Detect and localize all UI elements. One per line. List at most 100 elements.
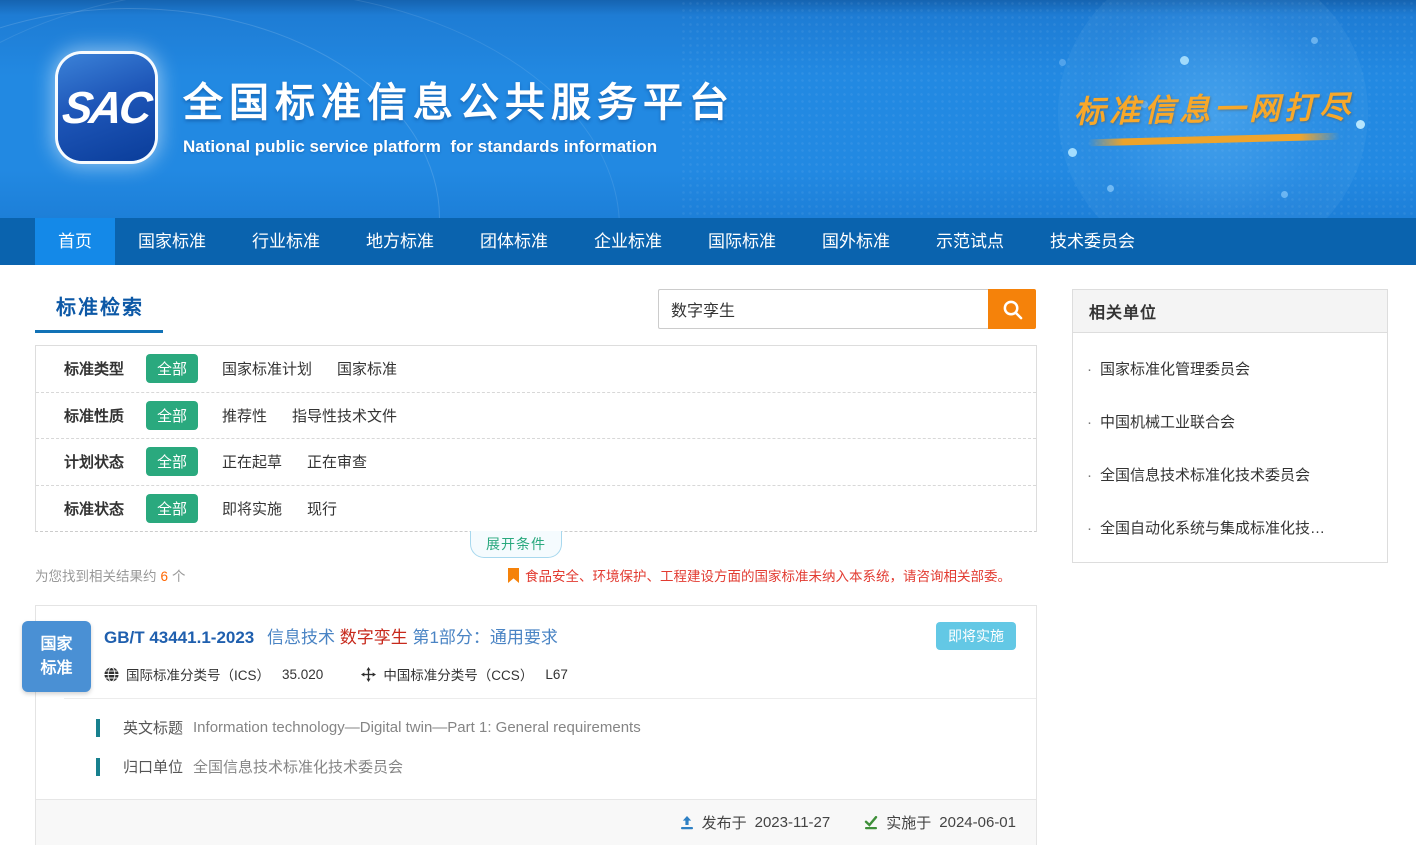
filter-label-3: 标准状态: [64, 498, 126, 519]
filter-panel: 标准类型全部国家标准计划国家标准标准性质全部推荐性指导性技术文件计划状态全部正在…: [35, 345, 1037, 532]
filter-row-0: 标准类型全部 国家标准计划 国家标准: [36, 346, 1036, 393]
section-tab: 标准检索: [35, 289, 165, 333]
search-button[interactable]: [988, 289, 1036, 329]
results-count-prefix: 为您找到相关结果约: [35, 569, 157, 584]
filter-label-1: 标准性质: [64, 405, 126, 426]
filter-option-0-1[interactable]: 国家标准: [337, 358, 397, 379]
slogan: 标准信息一网打尽: [1074, 84, 1354, 143]
related-unit-item-3[interactable]: 全国自动化系统与集成标准化技…: [1073, 505, 1387, 550]
implemented-label: 实施于: [886, 812, 931, 833]
results-count-suffix: 个: [172, 569, 186, 584]
upload-icon: [680, 816, 694, 830]
sac-logo-text: SAC: [60, 82, 153, 134]
implemented-date: 实施于 2024-06-01: [864, 812, 1016, 833]
info-row-0: 英文标题 Information technology—Digital twin—…: [96, 717, 1016, 738]
filter-option-3-1[interactable]: 现行: [307, 498, 337, 519]
filter-row-1: 标准性质全部 推荐性 指导性技术文件: [36, 393, 1036, 440]
info-row-bar-1: [96, 758, 100, 776]
sparkle-dots-decoration: [1050, 0, 1055, 5]
site-title: 全国标准信息公共服务平台: [183, 70, 735, 128]
check-icon: [864, 816, 878, 830]
slogan-text: 标准信息一网打尽: [1074, 82, 1355, 132]
filter-option-2-1[interactable]: 正在审查: [307, 451, 367, 472]
card-meta: 国际标准分类号（ICS） 35.020 中国标准分类号（CCS） L67: [104, 664, 916, 684]
info-row-1: 归口单位全国信息技术标准化技术委员会: [96, 756, 1016, 777]
nav-item-9[interactable]: 技术委员会: [1027, 218, 1158, 265]
filter-label-0: 标准类型: [64, 358, 126, 379]
globe-icon: [104, 667, 119, 682]
search-section: 标准检索: [35, 289, 1037, 345]
nav-item-5[interactable]: 企业标准: [571, 218, 685, 265]
title-part2: 第1部分：通用要求: [412, 628, 557, 647]
site-subtitle: National public service platform for sta…: [183, 137, 735, 157]
nav-item-2[interactable]: 行业标准: [229, 218, 343, 265]
card-top: GB/T 43441.1-2023 信息技术 数字孪生 第1部分：通用要求 国际…: [36, 606, 1036, 684]
info-row-label-0: 英文标题: [123, 717, 183, 738]
page: SAC 全国标准信息公共服务平台 National public service…: [0, 0, 1416, 845]
filter-option-2-0[interactable]: 正在起草: [222, 451, 282, 472]
ccs-label: 中国标准分类号（CCS）: [383, 664, 533, 684]
related-units-list: 国家标准化管理委员会中国机械工业联合会全国信息技术标准化技术委员会全国自动化系统…: [1073, 333, 1387, 562]
filter-label-2: 计划状态: [64, 451, 126, 472]
site-title-block: 全国标准信息公共服务平台 National public service pla…: [183, 70, 735, 157]
standard-code: GB/T 43441.1-2023: [104, 628, 254, 647]
badge-line1: 国家: [22, 633, 91, 657]
implemented-value: 2024-06-01: [939, 814, 1016, 831]
related-unit-item-1[interactable]: 中国机械工业联合会: [1073, 399, 1387, 444]
filter-option-3-0[interactable]: 即将实施: [222, 498, 282, 519]
main-column: 标准检索 标准类型全部国家标准计划国家标准标准性质全部推荐性指导性: [35, 289, 1037, 845]
related-units-title: 相关单位: [1073, 290, 1387, 333]
results-count: 为您找到相关结果约 6个: [35, 565, 186, 585]
related-unit-item-0[interactable]: 国家标准化管理委员会: [1073, 346, 1387, 391]
filter-option-1-1[interactable]: 指导性技术文件: [292, 405, 397, 426]
published-date: 发布于 2023-11-27: [680, 812, 831, 833]
nav-item-4[interactable]: 团体标准: [457, 218, 571, 265]
expand-conditions-button[interactable]: 展开条件: [470, 531, 562, 558]
result-title-link[interactable]: GB/T 43441.1-2023 信息技术 数字孪生 第1部分：通用要求: [104, 623, 916, 648]
nav-item-1[interactable]: 国家标准: [115, 218, 229, 265]
filter-row-3: 标准状态全部 即将实施 现行: [36, 486, 1036, 532]
sac-logo: SAC: [58, 54, 155, 161]
info-row-value-1: 全国信息技术标准化技术委员会: [193, 756, 403, 777]
published-label: 发布于: [702, 812, 747, 833]
title-part1: 信息技术: [267, 628, 335, 647]
section-title: 标准检索: [35, 289, 165, 320]
compass-icon: [361, 667, 376, 682]
results-line: 为您找到相关结果约 6个 食品安全、环境保护、工程建设方面的国家标准未纳入本系统，…: [35, 565, 1037, 585]
search-input[interactable]: [658, 289, 988, 329]
nav-item-0[interactable]: 首页: [35, 218, 115, 265]
main-nav: 首页国家标准行业标准地方标准团体标准企业标准国际标准国外标准示范试点技术委员会: [0, 218, 1416, 265]
info-row-label-1: 归口单位: [123, 756, 183, 777]
filter-selected-3[interactable]: 全部: [146, 494, 198, 523]
ics-value: 35.020: [282, 667, 323, 682]
ccs-value: L67: [545, 667, 568, 682]
badge-line2: 标准: [22, 657, 91, 681]
related-unit-item-2[interactable]: 全国信息技术标准化技术委员会: [1073, 452, 1387, 497]
card-divider: [64, 698, 1036, 699]
published-value: 2023-11-27: [755, 814, 831, 831]
content-area: 标准检索 标准类型全部国家标准计划国家标准标准性质全部推荐性指导性: [0, 265, 1416, 845]
filter-option-1-0[interactable]: 推荐性: [222, 405, 267, 426]
nav-item-7[interactable]: 国外标准: [799, 218, 913, 265]
filter-option-0-0[interactable]: 国家标准计划: [222, 358, 312, 379]
search-box: [658, 289, 1036, 329]
info-row-value-0: Information technology—Digital twin—Part…: [193, 719, 641, 736]
site-header: SAC 全国标准信息公共服务平台 National public service…: [0, 0, 1416, 218]
nav-item-8[interactable]: 示范试点: [913, 218, 1027, 265]
filter-selected-1[interactable]: 全部: [146, 401, 198, 430]
nav-item-3[interactable]: 地方标准: [343, 218, 457, 265]
card-info-rows: 英文标题 Information technology—Digital twin—…: [36, 717, 1036, 799]
ics-label: 国际标准分类号（ICS）: [126, 664, 270, 684]
nav-item-6[interactable]: 国际标准: [685, 218, 799, 265]
filter-selected-0[interactable]: 全部: [146, 354, 198, 383]
card-footer: 发布于 2023-11-27 实施于 2024-06-01: [36, 799, 1036, 845]
status-badge: 即将实施: [936, 622, 1016, 650]
filter-selected-2[interactable]: 全部: [146, 447, 198, 476]
result-card: 国家 标准 即将实施 GB/T 43441.1-2023 信息技术 数字孪生 第…: [35, 605, 1037, 845]
magnifier-icon: [1002, 299, 1023, 320]
system-notice: 食品安全、环境保护、工程建设方面的国家标准未纳入本系统，请咨询相关部委。: [508, 565, 1011, 585]
title-highlight: 数字孪生: [340, 628, 408, 647]
standard-type-badge: 国家 标准: [22, 621, 91, 692]
results-count-number: 6: [161, 569, 169, 584]
ics-meta: 国际标准分类号（ICS） 35.020: [104, 664, 323, 684]
